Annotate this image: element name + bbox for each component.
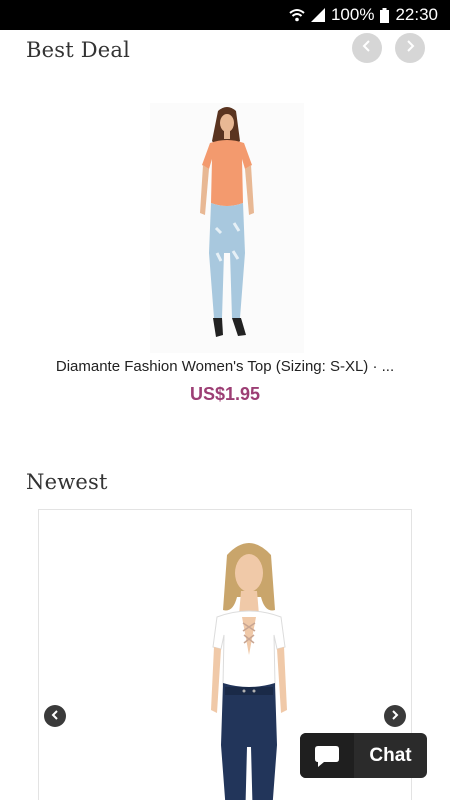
battery-percent: 100% [330,5,375,24]
status-bar: 100% 22:30 [0,0,450,30]
chevron-right-icon [391,707,399,725]
chat-label: Chat [369,744,412,766]
chevron-left-icon [51,707,59,725]
best-deal-next-button[interactable] [395,33,425,63]
status-time: 22:30 [395,5,438,24]
chat-button[interactable]: Chat [300,733,427,778]
best-deal-title: Best Deal [26,38,131,62]
newest-product-image[interactable] [199,535,299,800]
wifi-icon [289,8,305,22]
best-deal-product-price: US$1.95 [189,384,261,404]
chat-bubble-icon [300,733,354,778]
best-deal-product-name[interactable]: Diamante Fashion Women's Top (Sizing: S-… [0,358,450,375]
chevron-right-icon [405,39,415,57]
best-deal-prev-button[interactable] [352,33,382,63]
best-deal-product-image[interactable] [150,103,304,353]
chevron-left-icon [362,39,372,57]
signal-icon [310,8,325,22]
newest-next-button[interactable] [384,705,406,727]
newest-title: Newest [26,470,108,494]
battery-icon [380,7,390,23]
newest-prev-button[interactable] [44,705,66,727]
